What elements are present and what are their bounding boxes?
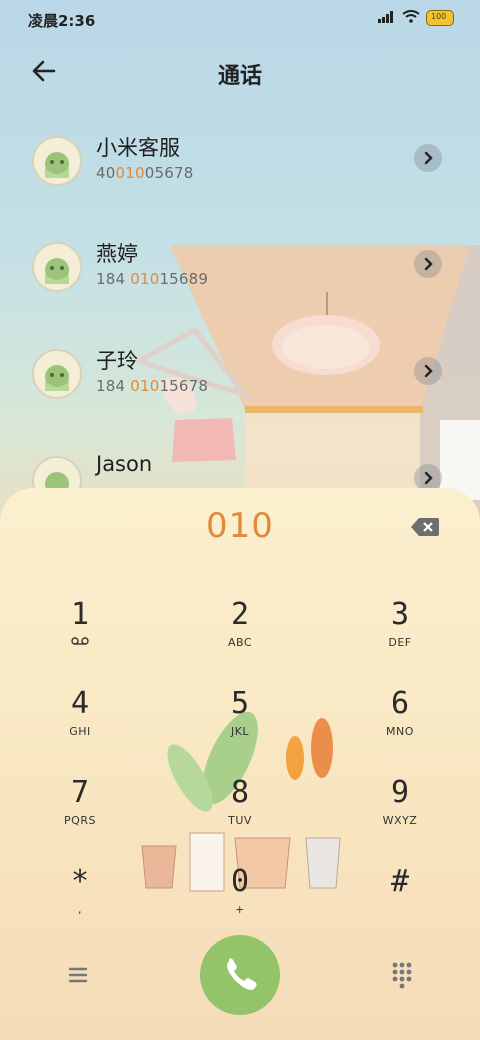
status-time: 凌晨2:36 <box>28 12 96 30</box>
key-letters: , <box>78 903 82 916</box>
bottom-action-bar <box>0 935 480 1015</box>
key-8[interactable]: 8 TUV <box>180 776 300 846</box>
avatar <box>32 349 82 399</box>
dialpad-icon <box>392 962 412 989</box>
battery-icon: 100 <box>426 10 454 26</box>
chevron-right-icon <box>424 257 433 271</box>
dialed-number: 010 <box>206 506 274 546</box>
key-digit: 7 <box>70 775 90 810</box>
status-bar: 凌晨2:36 100 <box>0 0 480 40</box>
signal-icon <box>378 10 396 26</box>
key-digit: 8 <box>230 775 250 810</box>
key-digit: 9 <box>390 775 410 810</box>
key-4[interactable]: 4 GHI <box>20 687 140 757</box>
key-digit: 1 <box>70 597 90 632</box>
backspace-icon <box>411 518 439 536</box>
contact-name: 小米客服 <box>96 136 180 160</box>
key-digit: 6 <box>390 686 410 721</box>
key-5[interactable]: 5 JKL <box>180 687 300 757</box>
contact-item[interactable]: 燕婷 184 01015689 <box>30 242 450 306</box>
key-7[interactable]: 7 PQRS <box>20 776 140 846</box>
key-letters: ABC <box>227 636 253 649</box>
contact-name: 子玲 <box>96 349 138 373</box>
details-button[interactable] <box>414 250 442 278</box>
details-button[interactable] <box>414 144 442 172</box>
key-9[interactable]: 9 WXYZ <box>340 776 460 846</box>
contact-name: 燕婷 <box>96 242 138 266</box>
battery-level: 100 <box>431 12 447 21</box>
details-button[interactable] <box>414 357 442 385</box>
contact-item[interactable]: 子玲 184 01015678 <box>30 349 450 413</box>
page-title: 通话 <box>217 64 262 89</box>
key-letters: WXYZ <box>382 814 418 827</box>
key-digit: # <box>390 864 410 899</box>
header: 通话 <box>0 50 480 94</box>
wifi-icon <box>402 10 420 26</box>
key-digit: 2 <box>230 597 250 632</box>
contact-number: 184 01015678 <box>96 377 209 395</box>
avatar <box>32 136 82 186</box>
avatar <box>32 242 82 292</box>
key-hash[interactable]: # <box>340 865 460 935</box>
contact-name: Jason <box>96 452 153 476</box>
contact-number: 4001005678 <box>96 164 194 182</box>
key-0[interactable]: 0 + <box>180 865 300 935</box>
key-digit: * <box>70 864 90 899</box>
backspace-button[interactable] <box>410 516 440 538</box>
menu-button[interactable] <box>60 961 96 989</box>
key-digit: 4 <box>70 686 90 721</box>
chevron-right-icon <box>424 364 433 378</box>
key-digit: 5 <box>230 686 250 721</box>
phone-icon <box>227 958 257 990</box>
key-1[interactable]: 1 <box>20 598 140 668</box>
key-letters: TUV <box>228 814 252 827</box>
contact-number: 184 01015689 <box>96 270 209 288</box>
key-letters: PQRS <box>64 814 96 827</box>
contact-item[interactable]: 小米客服 4001005678 <box>30 136 450 200</box>
menu-icon <box>68 967 88 983</box>
dialpad-toggle-button[interactable] <box>384 959 420 991</box>
key-letters: GHI <box>69 725 91 738</box>
call-button[interactable] <box>200 935 280 1015</box>
key-letters: MNO <box>386 725 414 738</box>
chevron-right-icon <box>424 151 433 165</box>
key-letters: DEF <box>388 636 412 649</box>
key-6[interactable]: 6 MNO <box>340 687 460 757</box>
key-3[interactable]: 3 DEF <box>340 598 460 668</box>
key-letters: + <box>235 903 245 916</box>
status-icons: 100 <box>378 10 454 26</box>
voicemail-icon <box>20 636 140 649</box>
key-letters: JKL <box>230 725 250 738</box>
key-digit: 0 <box>230 864 250 899</box>
key-star[interactable]: * , <box>20 865 140 935</box>
key-2[interactable]: 2 ABC <box>180 598 300 668</box>
key-digit: 3 <box>390 597 410 632</box>
